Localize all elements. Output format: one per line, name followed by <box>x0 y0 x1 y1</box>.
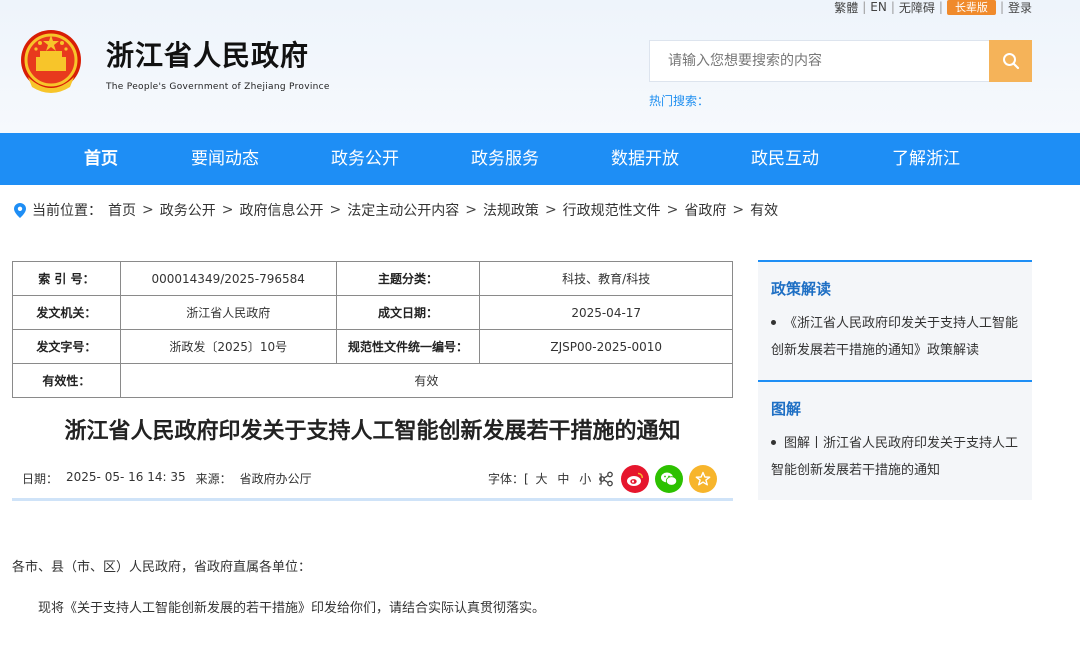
breadcrumb-separator: > <box>465 202 477 218</box>
code-label: 规范性文件统一编号： <box>335 329 481 364</box>
breadcrumb-home[interactable]: 首页 <box>108 200 136 220</box>
date-label: 日期： <box>22 472 59 486</box>
issuer-label: 发文机关： <box>12 295 121 330</box>
link-text: 创新发展若干措施的通知》政策解读 <box>771 343 980 358</box>
separator: | <box>862 0 867 14</box>
search-box <box>649 40 989 82</box>
font-medium-button[interactable]: 中 <box>557 472 569 486</box>
accessibility-link[interactable]: 无障碍 <box>899 0 935 16</box>
graphic-interpretation-link[interactable]: 图解丨浙江省人民政府印发关于支持人工 智能创新发展若干措施的通知 <box>771 430 1023 484</box>
date-value: 2025-04-17 <box>479 295 733 330</box>
policy-interpretation-panel: 政策解读 《浙江省人民政府印发关于支持人工智能 创新发展若干措施的通知》政策解读 <box>758 260 1032 380</box>
source-label: 来源： <box>195 472 232 486</box>
link-text: 智能创新发展若干措施的通知 <box>771 463 941 478</box>
document-info-table: 索 引 号： 000014349/2025-796584 主题分类： 科技、教育… <box>12 261 734 398</box>
source-value: 省政府办公厅 <box>239 472 312 486</box>
search-button[interactable] <box>989 40 1032 82</box>
docno-value: 浙政发〔2025〕10号 <box>119 329 337 364</box>
login-link[interactable]: 登录 <box>1008 0 1032 16</box>
separator: | <box>938 0 943 14</box>
table-row: 发文字号： 浙政发〔2025〕10号 规范性文件统一编号： ZJSP00-202… <box>12 329 733 364</box>
index-label: 索 引 号： <box>12 261 121 296</box>
table-row: 有效性： 有效 <box>12 363 734 398</box>
link-text: 图解丨浙江省人民政府印发关于支持人工 <box>784 436 1019 451</box>
publish-date: 2025- 05- 16 14: 35 <box>66 470 186 484</box>
nav-item-about[interactable]: 了解浙江 <box>892 133 960 185</box>
nav-item-home[interactable]: 首页 <box>84 133 118 185</box>
table-row: 索 引 号： 000014349/2025-796584 主题分类： 科技、教育… <box>12 261 733 296</box>
category-value: 科技、教育/科技 <box>479 261 733 296</box>
issuer-value: 浙江省人民政府 <box>119 295 337 330</box>
breadcrumb-separator: > <box>666 202 679 218</box>
date-label: 成文日期： <box>335 295 481 330</box>
index-value: 000014349/2025-796584 <box>119 261 337 296</box>
breadcrumb-info-disclosure[interactable]: 政府信息公开 <box>239 200 323 220</box>
font-size-control: 字体：[ 大 中 小 ] <box>488 470 603 487</box>
top-links: 繁體 | EN | 无障碍 | 长辈版 | 登录 <box>834 0 1032 16</box>
table-row: 发文机关： 浙江省人民政府 成文日期： 2025-04-17 <box>12 295 733 330</box>
site-subtitle: The People's Government of Zhejiang Prov… <box>106 82 330 92</box>
link-text: 《浙江省人民政府印发关于支持人工智能 <box>784 316 1019 331</box>
hot-search-label[interactable]: 热门搜索： <box>649 92 709 109</box>
traditional-chinese-link[interactable]: 繁體 <box>834 0 858 16</box>
panel-heading: 图解 <box>771 400 802 418</box>
search-input[interactable] <box>650 41 989 81</box>
main-nav: 首页 要闻动态 政务公开 政务服务 数据开放 政民互动 了解浙江 <box>0 133 1080 185</box>
english-link[interactable]: EN <box>870 0 887 14</box>
font-size-label: 字体：[ <box>488 472 529 486</box>
breadcrumb-separator: > <box>544 202 557 218</box>
article-paragraph: 现将《关于支持人工智能创新发展的若干措施》印发给你们，请结合实际认真贯彻落实。 <box>38 601 546 616</box>
breadcrumb-gov-affairs[interactable]: 政务公开 <box>160 200 216 220</box>
breadcrumb-statutory[interactable]: 法定主动公开内容 <box>347 200 459 220</box>
star-icon <box>695 471 711 486</box>
wechat-share-button[interactable] <box>655 465 683 493</box>
validity-value: 有效 <box>119 363 734 398</box>
policy-interpretation-link[interactable]: 《浙江省人民政府印发关于支持人工智能 创新发展若干措施的通知》政策解读 <box>771 310 1023 364</box>
code-value: ZJSP00-2025-0010 <box>479 329 733 364</box>
separator: | <box>890 0 895 14</box>
breadcrumb-separator: > <box>142 202 154 218</box>
location-pin-icon <box>14 202 26 218</box>
docno-label: 发文字号： <box>12 329 121 364</box>
article-meta: 日期： 2025- 05- 16 14: 35 来源： 省政府办公厅 <box>22 470 312 487</box>
graphic-panel: 图解 图解丨浙江省人民政府印发关于支持人工 智能创新发展若干措施的通知 <box>758 380 1032 500</box>
search-icon <box>1002 53 1019 70</box>
breadcrumb-normative-docs[interactable]: 行政规范性文件 <box>563 200 661 220</box>
bullet-icon <box>771 440 776 445</box>
favorite-button[interactable] <box>689 465 717 493</box>
site-title[interactable]: 浙江省人民政府 <box>106 34 309 74</box>
breadcrumb-provincial-gov[interactable]: 省政府 <box>684 200 726 220</box>
national-emblem-icon[interactable] <box>18 27 84 97</box>
breadcrumb-prefix: 当前位置： <box>32 203 102 219</box>
nav-item-open-data[interactable]: 数据开放 <box>611 133 679 185</box>
weibo-icon <box>627 472 643 486</box>
validity-label: 有效性： <box>12 363 121 398</box>
article-salutation: 各市、县（市、区）人民政府，省政府直属各单位： <box>12 560 312 575</box>
meta-divider <box>12 498 733 501</box>
font-large-button[interactable]: 大 <box>536 472 548 486</box>
weibo-share-button[interactable] <box>621 465 649 493</box>
breadcrumb-regulations[interactable]: 法规政策 <box>483 200 539 220</box>
breadcrumb: 当前位置： 首页 > 政务公开 > 政府信息公开 > 法定主动公开内容 > 法规… <box>14 200 778 220</box>
font-small-button[interactable]: 小 <box>579 472 591 486</box>
breadcrumb-valid[interactable]: 有效 <box>750 200 778 220</box>
elder-version-button[interactable]: 长辈版 <box>946 0 996 15</box>
site-header: 繁體 | EN | 无障碍 | 长辈版 | 登录 浙江省人民政府 The Peo… <box>0 0 1080 133</box>
share-icon[interactable] <box>598 471 614 487</box>
panel-heading: 政策解读 <box>771 280 832 298</box>
nav-item-news[interactable]: 要闻动态 <box>191 133 259 185</box>
breadcrumb-separator: > <box>221 202 234 218</box>
bullet-icon <box>771 320 776 325</box>
category-label: 主题分类： <box>335 261 481 296</box>
wechat-icon <box>661 472 678 486</box>
nav-item-gov-affairs[interactable]: 政务公开 <box>331 133 399 185</box>
separator: | <box>999 0 1004 14</box>
article-title: 浙江省人民政府印发关于支持人工智能创新发展若干措施的通知 <box>64 419 681 444</box>
breadcrumb-separator: > <box>732 202 745 218</box>
breadcrumb-separator: > <box>329 202 342 218</box>
nav-item-services[interactable]: 政务服务 <box>471 133 539 185</box>
nav-item-interaction[interactable]: 政民互动 <box>751 133 819 185</box>
